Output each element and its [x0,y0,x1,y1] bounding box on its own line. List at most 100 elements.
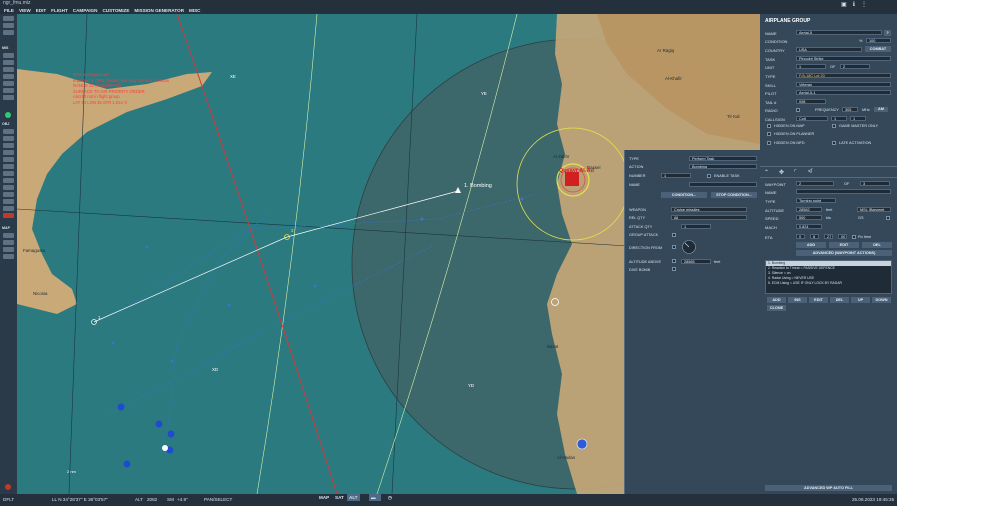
toolbar-tool-3-icon[interactable] [3,67,14,72]
toolbar-zoom-in-icon[interactable] [3,233,14,238]
task-type-select[interactable]: Perform Task [689,156,757,161]
waypoint-total-field[interactable]: 3 [860,181,890,186]
radio-checkbox[interactable] [796,108,800,112]
satellite-mode-button[interactable]: SAT [333,494,346,501]
callsign-n1-field[interactable]: 1 [831,116,847,121]
toolbar-trigger-icon[interactable] [3,178,14,183]
toolbar-delete-icon[interactable] [3,213,14,218]
waypoint-actions-list[interactable]: 1. Bombing 2. Reaction to Threat = PASSIV… [765,260,892,294]
menu-item-campaign[interactable]: CAMPAIGN [73,7,98,14]
pan-select-mode[interactable]: PAN/SELECT [204,494,232,506]
toolbar-template-icon[interactable] [3,171,14,176]
waypoint-edit-button[interactable]: EDIT [829,242,859,248]
advanced-waypoint-actions-button[interactable]: ADVANCED (WAYPOINT ACTIONS) [796,250,892,256]
toolbar-plane-icon[interactable] [3,129,14,134]
enable-task-checkbox[interactable] [707,174,711,178]
altitude-ref-select[interactable]: MSL (Baromet [857,207,891,212]
group-name-field[interactable]: Aerial-5 [796,30,882,35]
stop-condition-button[interactable]: STOP CONDITION... [711,192,757,198]
menu-item-edit[interactable]: EDIT [36,7,46,14]
toolbar-tool-7-icon[interactable] [3,95,14,100]
alt-mode-button[interactable]: ALT [347,494,360,501]
aircraft-type-select[interactable]: F/A-18C Lot 20 [796,73,891,78]
clock-icon[interactable]: ◷ [386,494,394,501]
toolbar-open-icon[interactable] [3,23,14,28]
toolbar-weather-icon[interactable] [3,192,14,197]
move-tool-icon[interactable]: ✥ [779,169,784,176]
waypoint-add-button[interactable]: ADD [796,242,826,248]
task-select[interactable]: Pinpoint Strike [796,56,891,61]
am-button[interactable]: AM [874,107,888,112]
editor-mode[interactable]: DFLT [3,494,14,506]
menu-item-misc[interactable]: MISC [189,7,200,14]
hidden-on-map-checkbox[interactable] [767,124,771,128]
fix-time-checkbox[interactable] [852,235,856,239]
ruler-icon[interactable]: ▬ [369,494,381,501]
waypoint-name-field[interactable] [796,189,891,194]
toolbar-tool-5-icon[interactable] [3,81,14,86]
toolbar-tool-1-icon[interactable] [3,53,14,58]
menu-item-file[interactable]: FILE [4,7,14,14]
hidden-on-mfd-checkbox[interactable] [767,141,771,145]
summary-tool-icon[interactable]: ≮ [808,169,812,175]
route-tool-icon[interactable]: ⌃ [764,169,769,176]
altitude-field[interactable]: 28562 [796,207,822,212]
action-down-button[interactable]: DOWN [872,297,891,303]
toolbar-record-icon[interactable] [5,484,11,490]
weapon-select[interactable]: Cruise missiles [671,207,747,212]
action-edit-button[interactable]: EDIT [809,297,828,303]
toolbar-new-icon[interactable] [3,16,14,21]
toolbar-save-icon[interactable] [3,30,14,35]
altitude-above-field[interactable]: 28565 [681,259,711,264]
direction-checkbox[interactable] [672,245,676,249]
toolbar-tool-4-icon[interactable] [3,74,14,79]
eta-second-field[interactable]: 00 [838,234,847,239]
payload-tool-icon[interactable]: ⌜ [794,169,797,176]
task-name-field[interactable] [689,182,757,187]
eta-day-field[interactable]: 0 [796,234,805,239]
waypoint-del-button[interactable]: DEL [862,242,892,248]
mach-field[interactable]: 0.824 [796,224,822,229]
help-button[interactable]: ? [884,30,891,36]
action-del-button[interactable]: DEL [830,297,849,303]
menu-item-mission-generator[interactable]: MISSION GENERATOR [134,7,184,14]
direction-dial-icon[interactable] [681,239,697,255]
hidden-on-planner-checkbox[interactable] [767,132,771,136]
menu-item-view[interactable]: VIEW [19,7,31,14]
callsign-n2-field[interactable]: 1 [850,116,866,121]
frequency-field[interactable]: 305 [842,107,858,112]
toolbar-zone-icon[interactable] [3,164,14,169]
game-master-checkbox[interactable] [832,124,836,128]
toolbar-zoom-out-icon[interactable] [3,240,14,245]
toolbar-static-icon[interactable] [3,157,14,162]
waypoint-type-select[interactable]: Turning point [796,198,836,203]
menu-item-customize[interactable]: CUSTOMIZE [102,7,129,14]
eta-minute-field[interactable]: 27 [824,234,833,239]
gs-checkbox[interactable] [886,216,890,220]
action-up-button[interactable]: UP [851,297,870,303]
waypoint-select[interactable]: 2 [796,181,834,186]
map-mode-button[interactable]: MAP [317,494,331,501]
altitude-above-checkbox[interactable] [672,259,676,263]
action-list-item[interactable]: 5. ECM Using = USE IF ONLY LOCK BY RADAR [766,281,891,286]
unit-total-field[interactable]: 2 [840,64,870,69]
task-action-select[interactable]: Bombing [689,164,757,169]
toolbar-tool-2-icon[interactable] [3,60,14,65]
action-add-button[interactable]: ADD [767,297,786,303]
speed-field[interactable]: 500 [796,215,822,220]
skill-select[interactable]: Veteran [796,82,891,87]
tail-field[interactable]: 008 [796,99,826,104]
country-select[interactable]: USA [796,47,862,52]
clone-button[interactable]: CLONE [767,305,786,311]
toolbar-briefing-icon[interactable] [3,185,14,190]
release-qty-select[interactable]: All [671,215,747,220]
combat-button[interactable]: COMBAT [865,46,891,52]
toolbar-vehicle-icon[interactable] [3,150,14,155]
pilot-field[interactable]: Aerial-5-1 [796,90,891,95]
action-ins-button[interactable]: INS [788,297,807,303]
attack-qty-field[interactable]: 1 [681,224,711,229]
toolbar-resource-icon[interactable] [3,206,14,211]
toolbar-tool-6-icon[interactable] [3,88,14,93]
toolbar-heli-icon[interactable] [3,136,14,141]
task-number-field[interactable]: 1 [661,173,691,178]
